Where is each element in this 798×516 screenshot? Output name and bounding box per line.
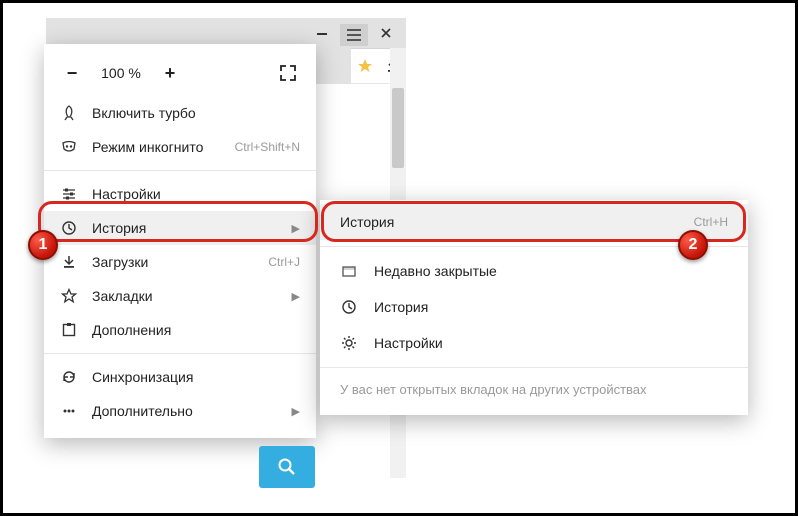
- submenu-footnote: У вас нет открытых вкладок на других уст…: [320, 374, 748, 401]
- shortcut-hint: Ctrl+Shift+N: [235, 140, 300, 154]
- search-icon: [277, 457, 297, 477]
- annotation-badge-2: 2: [678, 230, 708, 260]
- zoom-value: 100 %: [86, 65, 156, 81]
- menu-item-label: Режим инкогнито: [92, 139, 221, 155]
- dots-icon: [60, 402, 78, 420]
- rocket-icon: [60, 104, 78, 122]
- menu-separator: [44, 170, 316, 171]
- submenu-item-history-page[interactable]: История: [320, 289, 748, 325]
- menu-item-more[interactable]: Дополнительно ▶: [44, 394, 316, 428]
- clock-icon: [60, 219, 78, 237]
- submenu-item-recently-closed[interactable]: Недавно закрытые: [320, 253, 748, 289]
- submenu-item-label: История: [374, 299, 728, 315]
- download-icon: [60, 253, 78, 271]
- submenu-item-label: История: [340, 214, 678, 230]
- chevron-right-icon: ▶: [292, 222, 300, 235]
- menu-item-label: Загрузки: [92, 254, 254, 270]
- fullscreen-icon[interactable]: [274, 59, 302, 87]
- sliders-icon: [60, 185, 78, 203]
- zoom-in-button[interactable]: +: [156, 59, 184, 87]
- submenu-item-label: Недавно закрытые: [374, 263, 728, 279]
- menu-item-label: История: [92, 220, 278, 236]
- addon-icon: [60, 321, 78, 339]
- bookmark-star-icon[interactable]: [357, 58, 373, 74]
- menu-item-sync[interactable]: Синхронизация: [44, 360, 316, 394]
- chevron-right-icon: ▶: [292, 290, 300, 303]
- menu-separator: [320, 367, 748, 368]
- chevron-right-icon: ▶: [292, 405, 300, 418]
- menu-item-label: Включить турбо: [92, 105, 300, 121]
- close-button[interactable]: [372, 22, 400, 44]
- shortcut-hint: Ctrl+J: [268, 255, 300, 269]
- zoom-out-button[interactable]: −: [58, 59, 86, 87]
- mask-icon: [60, 138, 78, 156]
- shortcut-hint: Ctrl+H: [694, 215, 728, 229]
- menu-item-downloads[interactable]: Загрузки Ctrl+J: [44, 245, 316, 279]
- menu-item-label: Закладки: [92, 288, 278, 304]
- main-menu: − 100 % + Включить турбо Режим инкогнито…: [44, 44, 316, 438]
- menu-item-settings[interactable]: Настройки: [44, 177, 316, 211]
- menu-separator: [44, 353, 316, 354]
- search-button[interactable]: [259, 446, 315, 488]
- sync-icon: [60, 368, 78, 386]
- submenu-item-label: Настройки: [374, 335, 728, 351]
- clock-icon: [340, 298, 358, 316]
- menu-item-label: Настройки: [92, 186, 300, 202]
- star-icon: [60, 287, 78, 305]
- zoom-controls: − 100 % +: [44, 50, 316, 96]
- minimize-button[interactable]: [308, 22, 336, 44]
- hamburger-menu-button[interactable]: [340, 24, 368, 46]
- tab-icon: [340, 262, 358, 280]
- annotation-badge-1: 1: [28, 230, 58, 260]
- menu-item-history[interactable]: История ▶: [44, 211, 316, 245]
- menu-item-label: Синхронизация: [92, 369, 300, 385]
- menu-item-label: Дополнения: [92, 322, 300, 338]
- submenu-item-settings[interactable]: Настройки: [320, 325, 748, 361]
- menu-item-turbo[interactable]: Включить турбо: [44, 96, 316, 130]
- menu-item-addons[interactable]: Дополнения: [44, 313, 316, 347]
- menu-item-label: Дополнительно: [92, 403, 278, 419]
- menu-item-bookmarks[interactable]: Закладки ▶: [44, 279, 316, 313]
- gear-icon: [340, 334, 358, 352]
- menu-item-incognito[interactable]: Режим инкогнито Ctrl+Shift+N: [44, 130, 316, 164]
